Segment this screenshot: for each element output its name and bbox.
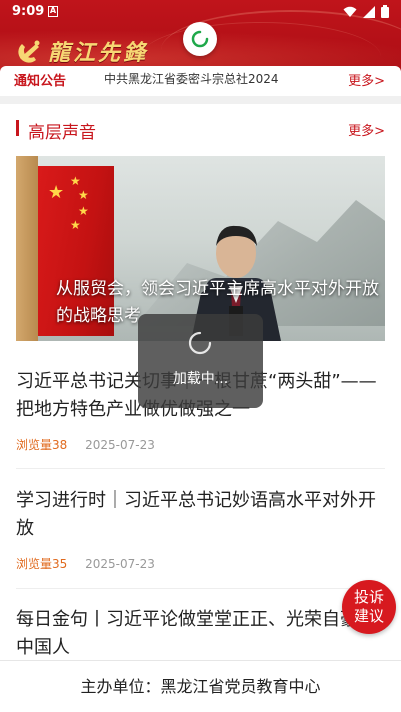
section-more-link[interactable]: 更多>	[348, 120, 385, 139]
app-brand: 龍江先鋒	[48, 40, 149, 66]
divider	[16, 588, 385, 589]
notice-text[interactable]: 中共黑龙江省委密斗宗总社2024	[104, 70, 324, 87]
loading-spinner-icon	[191, 30, 209, 48]
loading-label: 加载中...	[172, 371, 229, 387]
section-accent-bar	[16, 120, 19, 136]
refresh-spinner	[183, 22, 217, 56]
article-views: 浏览量35	[16, 557, 68, 571]
app-logo: 龍江先鋒	[16, 34, 148, 68]
section-gap	[0, 96, 401, 104]
article-meta: 浏览量38 2025-07-23	[16, 436, 385, 453]
loading-toast: 加载中...	[138, 314, 263, 408]
section-header: 高层声音 更多>	[0, 112, 401, 146]
banner-frame	[16, 156, 38, 341]
status-time: 9:09	[12, 4, 45, 19]
complaint-suggestion-button[interactable]: 投诉 建议	[342, 580, 396, 634]
divider	[16, 468, 385, 469]
notice-bar[interactable]: 通知公告 中共黑龙江省委密斗宗总社2024 更多>	[0, 66, 401, 96]
notice-label: 通知公告	[14, 74, 67, 89]
footer-sponsor-text: 主办单位：黑龙江省党员教育中心	[80, 677, 321, 696]
footer: 主办单位：黑龙江省党员教育中心	[0, 660, 401, 712]
article-meta: 浏览量35 2025-07-23	[16, 555, 385, 572]
article-item[interactable]: 每日金句丨习近平论做堂堂正正、光荣自豪的中国人	[16, 606, 385, 662]
status-icons	[343, 5, 389, 18]
complaint-line2: 建议	[353, 607, 384, 625]
article-date: 2025-07-23	[85, 438, 155, 452]
status-bar: 9:09 A	[0, 0, 401, 24]
article-date: 2025-07-23	[85, 557, 155, 571]
article-item[interactable]: 学习进行时｜习近平总书记妙语高水平对外开放 浏览量35 2025-07-23	[16, 487, 385, 572]
article-views: 浏览量38	[16, 438, 68, 452]
section-title: 高层声音	[28, 123, 96, 143]
article-title: 每日金句丨习近平论做堂堂正正、光荣自豪的中国人	[16, 609, 376, 658]
app-header: 9:09 A 龍江先鋒 通知公告 中共黑龙江省委密斗宗总社2024 更多>	[0, 0, 401, 98]
a-letter-icon: A	[48, 6, 58, 17]
notice-more-link[interactable]: 更多>	[348, 70, 385, 89]
article-title: 学习进行时｜习近平总书记妙语高水平对外开放	[16, 490, 376, 539]
wifi-icon	[343, 6, 357, 17]
party-emblem-icon	[18, 40, 40, 63]
loading-spinner-icon	[188, 331, 212, 355]
complaint-line1: 投诉	[353, 588, 384, 606]
battery-icon	[381, 5, 389, 18]
signal-icon	[363, 5, 375, 18]
